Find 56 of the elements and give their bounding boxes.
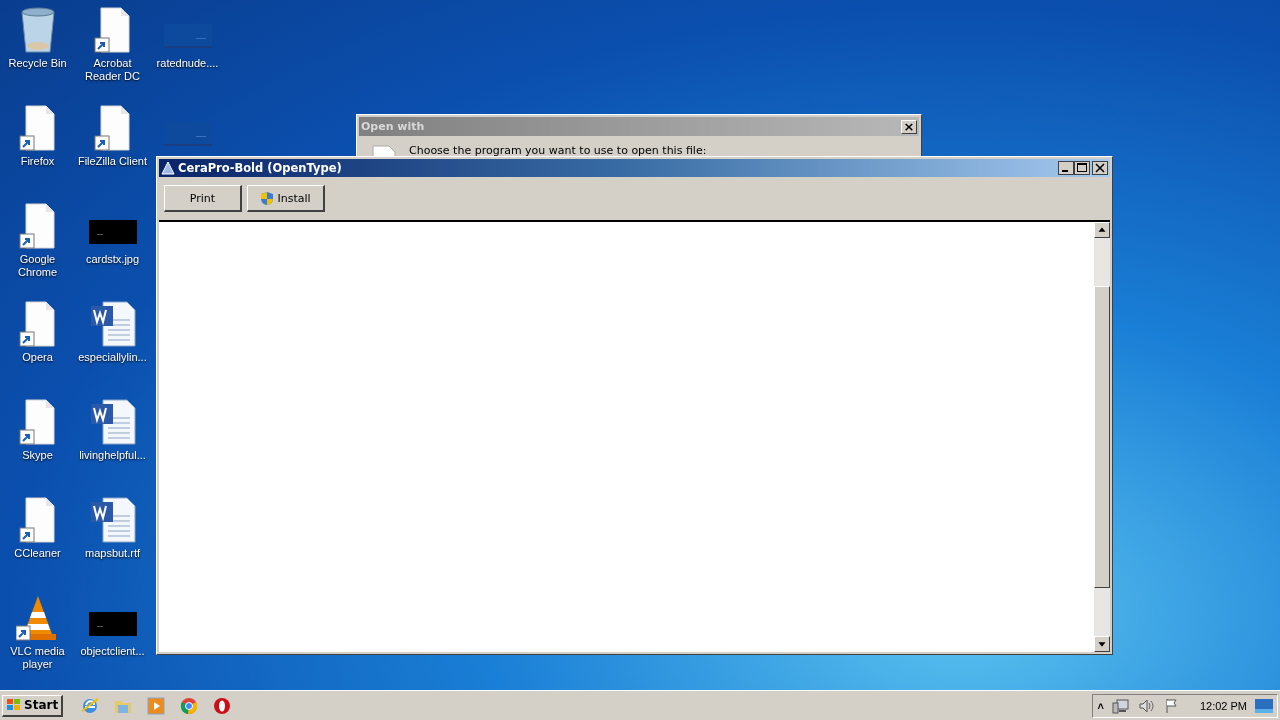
chrome-browser-icon[interactable] [180, 696, 199, 715]
icon-label: Opera [21, 351, 54, 364]
word-document-icon[interactable] [88, 496, 137, 544]
image-thumbnail-icon[interactable] [163, 122, 212, 146]
icon-label: Firefox [19, 155, 56, 168]
icon-label: livinghelpful... [78, 449, 147, 462]
network-icon[interactable] [1111, 697, 1130, 714]
shortcut-file-icon[interactable] [17, 300, 58, 348]
shortcut-file-icon[interactable] [17, 202, 58, 250]
shortcut-file-icon[interactable] [92, 104, 133, 152]
scrollbar-thumb[interactable] [1094, 286, 1110, 588]
icon-label: Recycle Bin [7, 57, 68, 70]
icon-label: especiallylin... [77, 351, 148, 364]
flag-icon[interactable] [1163, 697, 1180, 714]
shortcut-file-icon[interactable] [92, 6, 133, 54]
close-button[interactable]: × [901, 119, 917, 134]
image-thumbnail-icon[interactable] [88, 220, 137, 244]
icon-label: objectclient... [79, 645, 146, 658]
window-title: CeraPro-Bold (OpenType) [178, 161, 343, 175]
icon-label: FileZilla Client [76, 155, 149, 168]
icon-label: VLC media player [9, 645, 66, 671]
window-title: Open with [361, 120, 425, 133]
install-button[interactable]: Install [247, 185, 325, 212]
font-file-icon [161, 161, 175, 175]
icon-label: CCleaner [13, 547, 62, 560]
minimize-button[interactable] [1058, 161, 1074, 175]
scrollbar[interactable] [1094, 222, 1110, 652]
print-button[interactable]: Print [164, 185, 242, 212]
tray-expand-button[interactable]: ˄ [1097, 699, 1104, 712]
clock[interactable]: 12:02 PM [1199, 699, 1247, 712]
speaker-icon[interactable] [1137, 697, 1156, 714]
show-desktop-button[interactable] [1255, 698, 1273, 713]
dialog-message: Choose the program you want to use to open this file: [409, 144, 707, 157]
icon-label: Skype [21, 449, 54, 462]
icon-label: Google Chrome [16, 253, 59, 279]
shortcut-file-icon[interactable] [17, 104, 58, 152]
scroll-down-button[interactable] [1094, 636, 1110, 652]
shield-icon [260, 190, 275, 206]
shortcut-file-icon[interactable] [17, 398, 58, 446]
shortcut-file-icon[interactable] [17, 496, 58, 544]
image-thumbnail-icon[interactable] [88, 612, 137, 636]
icon-label: Acrobat Reader DC [84, 57, 141, 83]
scroll-up-button[interactable] [1094, 222, 1110, 238]
maximize-button[interactable] [1074, 161, 1090, 175]
start-button[interactable]: Start [2, 694, 64, 717]
word-document-icon[interactable] [88, 398, 137, 446]
word-document-icon[interactable] [88, 300, 137, 348]
icon-label: ratednude.... [155, 57, 220, 70]
close-button[interactable] [1090, 161, 1108, 175]
icon-label: cardstx.jpg [84, 253, 141, 266]
icon-label: mapsbut.rtf [84, 547, 141, 560]
opera-browser-icon[interactable] [213, 696, 232, 715]
windows-logo-icon [6, 698, 22, 712]
browser-icon[interactable] [81, 696, 100, 715]
media-player-icon[interactable] [147, 696, 166, 715]
image-thumbnail-icon[interactable] [163, 24, 212, 48]
